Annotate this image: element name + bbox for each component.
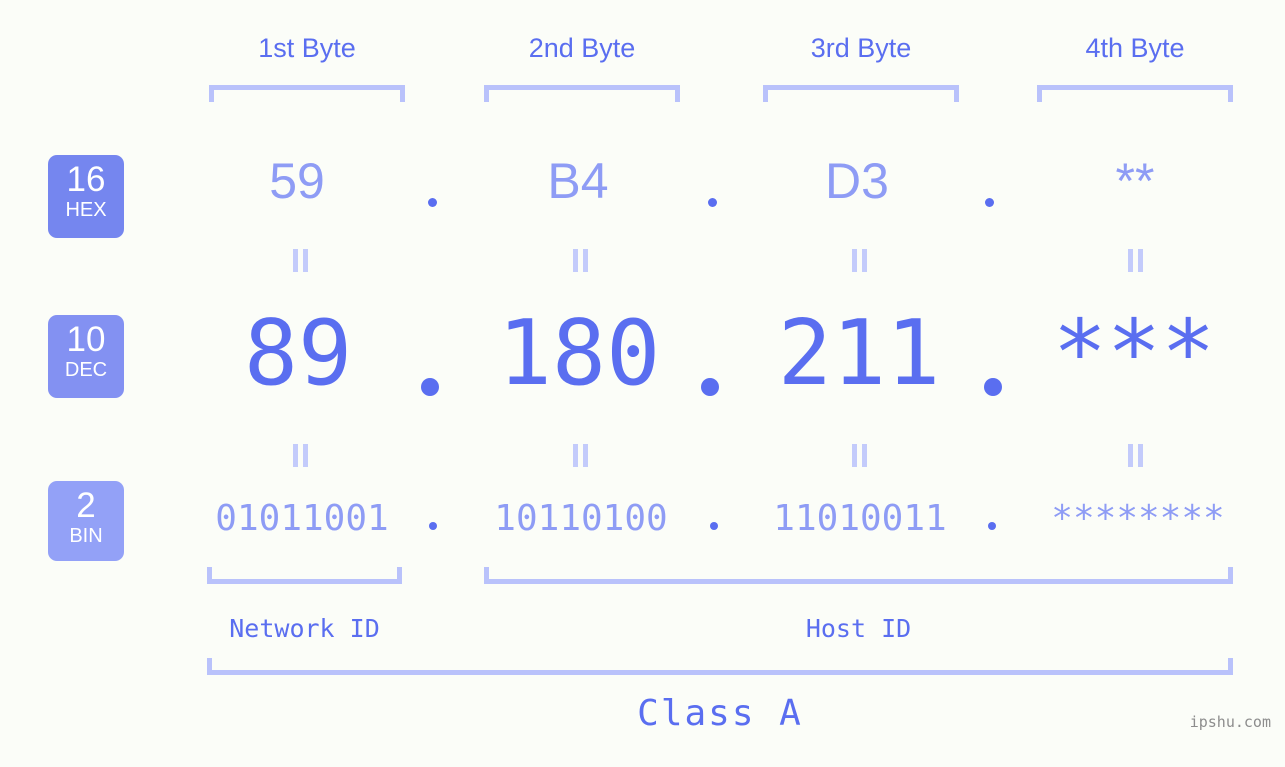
class-label: Class A [637,693,803,734]
hex-dot-3 [985,198,994,207]
byte-bracket-top-2 [484,85,680,102]
dec-byte-1: 89 [243,301,353,406]
base-badge-dec-number: 10 [66,320,106,359]
network-id-bracket [207,567,402,584]
byte-header-1: 1st Byte [258,33,356,63]
dec-dot-3 [984,378,1002,396]
hex-dot-1 [428,198,437,207]
hex-byte-1: 59 [269,153,325,209]
dec-byte-3: 211 [777,301,941,406]
dec-dot-2 [701,378,719,396]
ip-address-breakdown-diagram: 1st Byte 2nd Byte 3rd Byte 4th Byte 16 H… [0,0,1285,767]
bin-byte-3: 11010011 [773,498,947,539]
network-id-label: Network ID [229,614,380,643]
hex-byte-2: B4 [547,153,609,209]
site-watermark: ipshu.com [1189,713,1271,731]
hex-byte-4: ** [1115,153,1155,209]
equals-dec-bin-3 [852,444,867,467]
equals-hex-dec-4 [1128,249,1143,272]
bin-byte-4: ******** [1051,498,1225,539]
hex-byte-3: D3 [825,153,889,209]
byte-bracket-top-1 [209,85,405,102]
base-badge-bin-name: BIN [69,525,103,547]
host-id-label: Host ID [805,614,912,643]
byte-bracket-top-4 [1037,85,1233,102]
base-badge-hex: 16 HEX [48,155,124,238]
equals-hex-dec-2 [573,249,588,272]
equals-hex-dec-3 [852,249,867,272]
bin-dot-2 [710,522,718,530]
dec-byte-4: *** [1052,301,1216,406]
dec-byte-2: 180 [497,301,661,406]
base-badge-dec-name: DEC [64,359,108,381]
base-badge-hex-name: HEX [65,199,107,221]
byte-header-3: 3rd Byte [810,33,912,63]
base-badge-bin: 2 BIN [48,481,124,561]
equals-dec-bin-1 [293,444,308,467]
bin-byte-1: 01011001 [215,498,389,539]
dec-dot-1 [421,378,439,396]
equals-hex-dec-1 [293,249,308,272]
bin-byte-2: 10110100 [494,498,668,539]
class-bracket [207,658,1233,675]
bin-dot-3 [988,522,996,530]
base-badge-dec: 10 DEC [48,315,124,398]
equals-dec-bin-4 [1128,444,1143,467]
hex-dot-2 [708,198,717,207]
bin-dot-1 [429,522,437,530]
equals-dec-bin-2 [573,444,588,467]
byte-header-2: 2nd Byte [528,33,636,63]
base-badge-bin-number: 2 [76,486,96,525]
byte-bracket-top-3 [763,85,959,102]
byte-header-4: 4th Byte [1085,33,1185,63]
host-id-bracket [484,567,1233,584]
base-badge-hex-number: 16 [66,160,106,199]
